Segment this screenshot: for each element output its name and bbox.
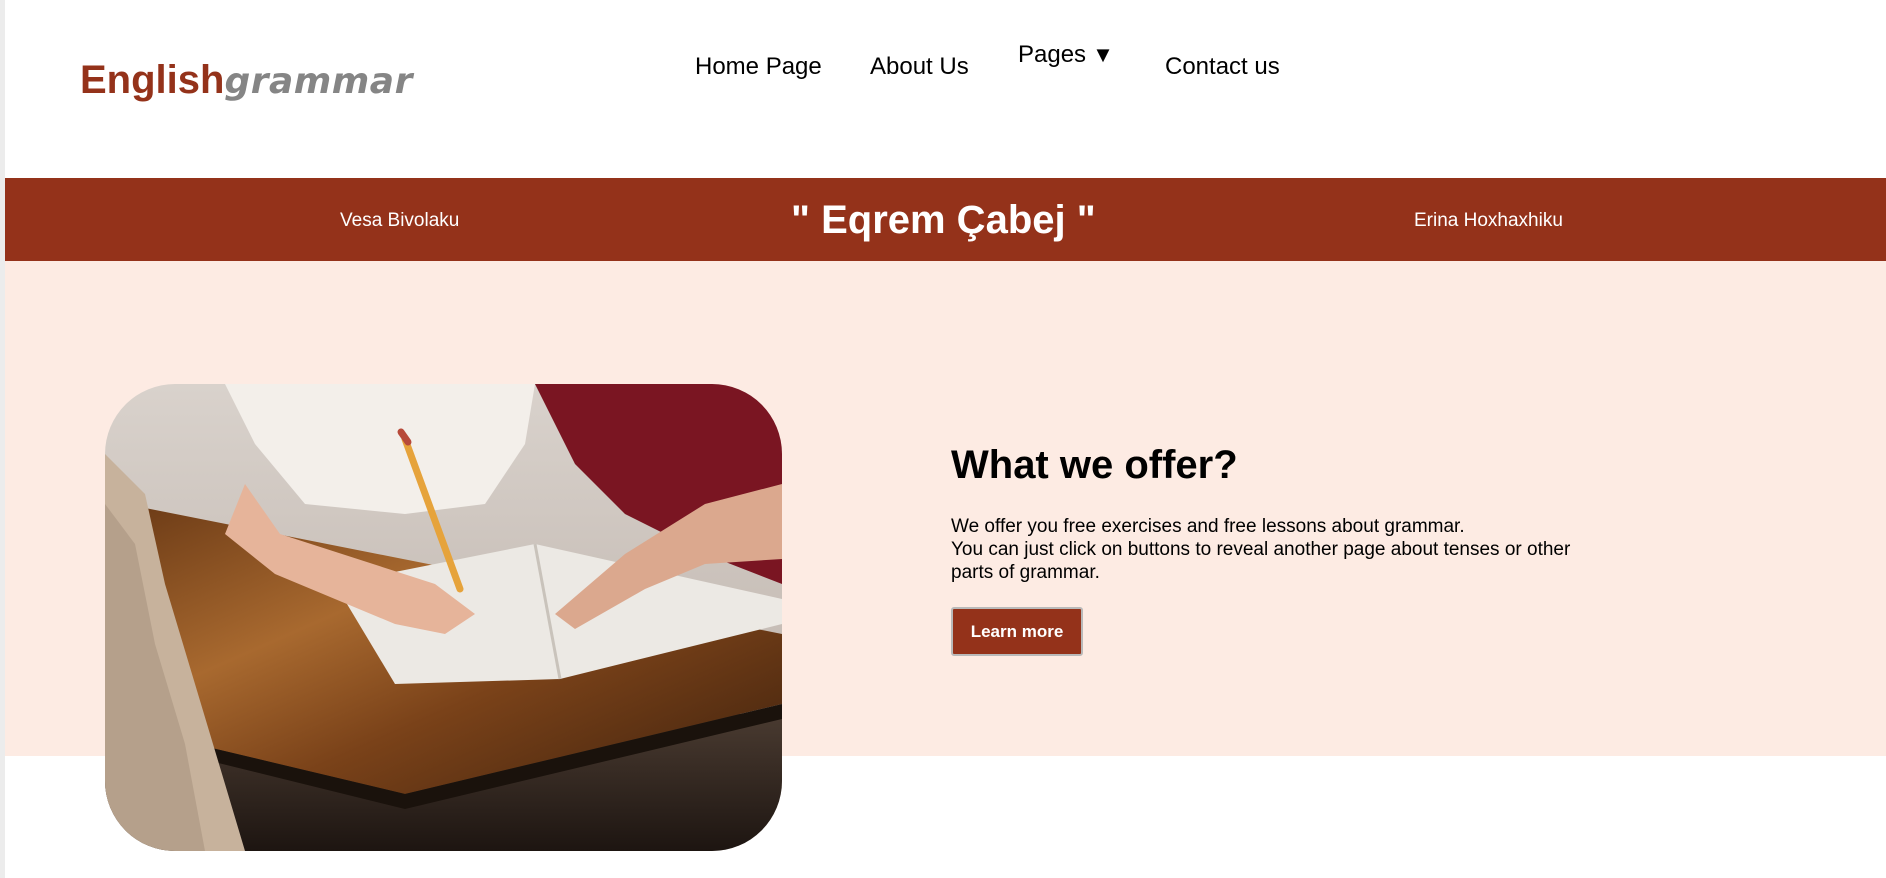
- caret-down-icon: ▼: [1092, 42, 1114, 67]
- logo-english-text: English: [80, 58, 225, 102]
- offer-description: We offer you free exercises and free les…: [951, 515, 1651, 584]
- logo-grammar-text: grammar: [224, 61, 413, 102]
- offer-text-line: parts of grammar.: [951, 562, 1100, 583]
- hero-image: [105, 384, 782, 851]
- offer-heading: What we offer?: [951, 443, 1238, 487]
- site-logo[interactable]: Englishgrammar: [80, 56, 413, 106]
- offer-text-line: We offer you free exercises and free les…: [951, 516, 1465, 537]
- page: Englishgrammar Home Page About Us Pages ▼…: [0, 0, 1886, 878]
- author-banner: Vesa Bivolaku " Eqrem Çabej " Erina Hoxh…: [5, 178, 1886, 261]
- nav-pages-dropdown[interactable]: Pages ▼: [1018, 41, 1114, 69]
- nav-about-link[interactable]: About Us: [870, 53, 969, 81]
- author-left-name: Vesa Bivolaku: [340, 210, 460, 231]
- offer-text-line: You can just click on buttons to reveal …: [951, 539, 1571, 560]
- author-right-name: Erina Hoxhaxhiku: [1414, 210, 1563, 231]
- learn-more-button[interactable]: Learn more: [951, 607, 1083, 656]
- nav-contact-link[interactable]: Contact us: [1165, 53, 1280, 81]
- site-header: Englishgrammar: [5, 0, 1886, 178]
- nav-pages-label: Pages: [1018, 41, 1087, 68]
- nav-home-link[interactable]: Home Page: [695, 53, 822, 81]
- school-name: " Eqrem Çabej ": [791, 198, 1096, 242]
